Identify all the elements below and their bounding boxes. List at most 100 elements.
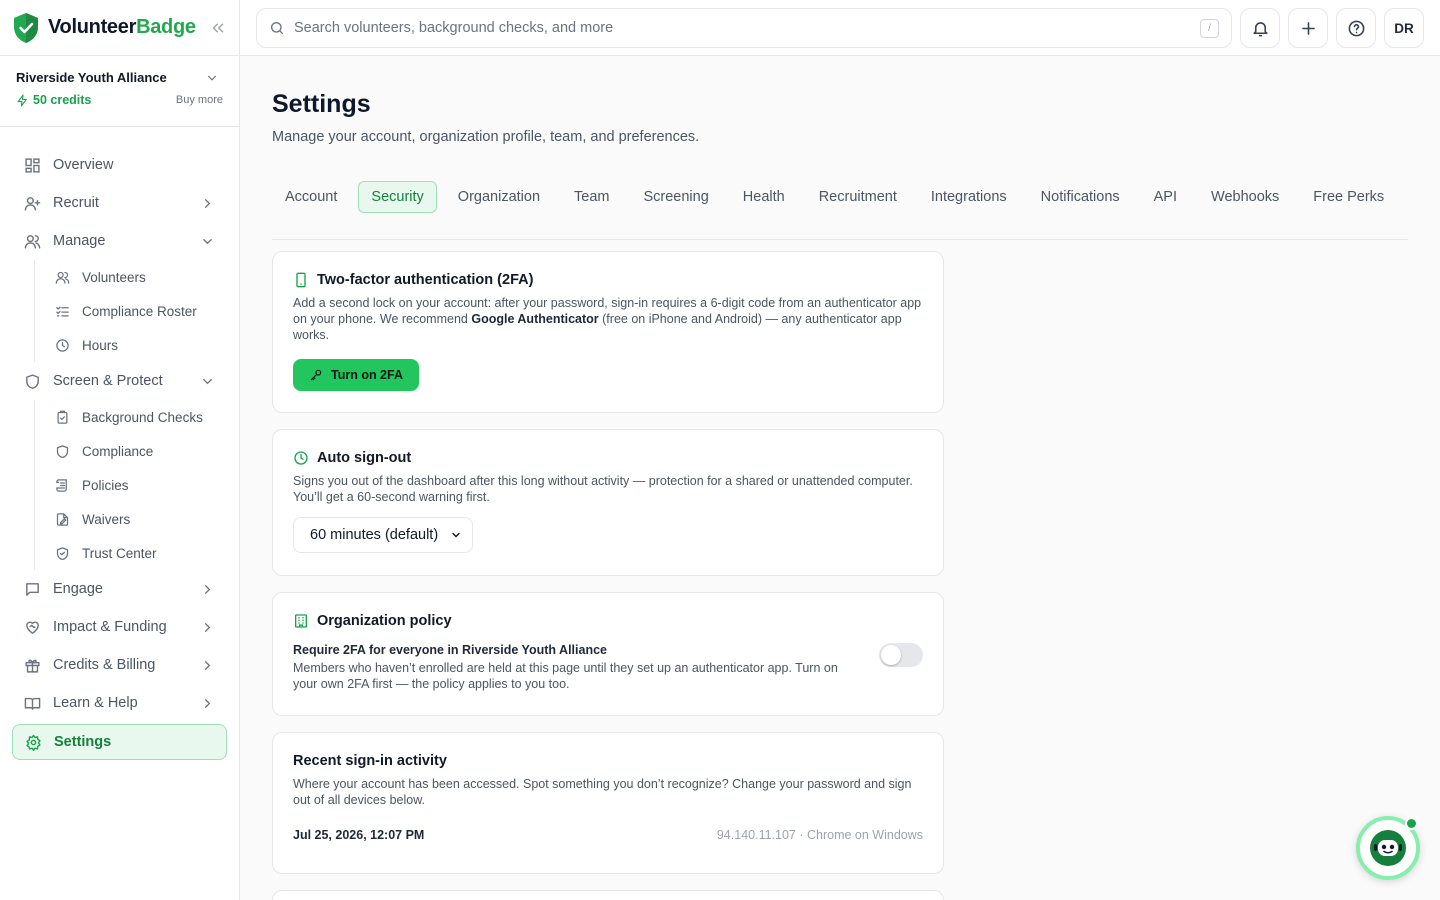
sidebar-item-engage[interactable]: Engage [12, 570, 227, 608]
tab-integrations[interactable]: Integrations [918, 181, 1020, 213]
user-plus-icon [24, 196, 41, 211]
brand-name-part: Volunteer [48, 16, 137, 38]
select-value: 60 minutes (default) [310, 527, 439, 543]
sidebar-item-compliance-roster[interactable]: Compliance Roster [55, 294, 227, 328]
tab-api[interactable]: API [1141, 181, 1190, 213]
card-title: Auto sign-out [317, 450, 412, 466]
sidebar-item-label: Compliance Roster [82, 303, 197, 319]
buy-more-link[interactable]: Buy more [176, 94, 223, 106]
sidebar-item-manage[interactable]: Manage [12, 222, 227, 260]
card-header: Auto sign-out [293, 450, 923, 466]
sidebar-item-label: Impact & Funding [53, 619, 167, 635]
card-title: Two-factor authentication (2FA) [317, 272, 534, 288]
search-shortcut-hint: / [1200, 18, 1219, 38]
signin-activity-card: Recent sign-in activity Where your accou… [272, 732, 944, 874]
bolt-icon [17, 94, 27, 106]
sidebar-item-credits-billing[interactable]: Credits & Billing [12, 646, 227, 684]
sidebar-item-label: Credits & Billing [53, 657, 156, 673]
sidebar-item-policies[interactable]: Policies [55, 468, 227, 502]
signin-device: 94.140.11.107 · Chrome on Windows [716, 828, 923, 842]
sidebar-item-label: Recruit [53, 195, 99, 211]
page-title: Settings [272, 90, 371, 118]
tab-screening[interactable]: Screening [630, 181, 721, 213]
sidebar-item-trust-center[interactable]: Trust Center [55, 536, 227, 570]
sidebar-item-volunteers[interactable]: Volunteers [55, 260, 227, 294]
sidebar-item-screen-protect[interactable]: Screen & Protect [12, 362, 227, 400]
clock-icon [56, 338, 69, 352]
brand: VolunteerBadge [0, 0, 239, 56]
users-icon [55, 271, 70, 284]
avatar: DR [1394, 20, 1414, 36]
search-input[interactable] [294, 20, 1200, 36]
sidebar-item-overview[interactable]: Overview [12, 146, 227, 184]
user-menu-button[interactable]: DR [1384, 8, 1424, 48]
sidebar-item-label: Hours [82, 337, 119, 353]
credits-label: 50 credits [33, 93, 92, 107]
chevron-right-icon [205, 584, 211, 594]
sidebar-item-label: Compliance [82, 443, 154, 459]
tab-notifications[interactable]: Notifications [1028, 181, 1133, 213]
create-new-button[interactable] [1288, 8, 1328, 48]
sidebar-item-waivers[interactable]: Waivers [55, 502, 227, 536]
gift-icon [25, 659, 40, 673]
page-subtitle: Manage your account, organization profil… [272, 129, 700, 145]
help-button[interactable] [1336, 8, 1376, 48]
message-square-icon [26, 582, 39, 596]
sidebar-item-label: Settings [54, 734, 112, 750]
sidebar-item-background-checks[interactable]: Background Checks [55, 400, 227, 434]
sidebar-item-impact-funding[interactable]: Impact & Funding [12, 608, 227, 646]
tab-security[interactable]: Security [358, 180, 437, 213]
tab-account[interactable]: Account [272, 181, 350, 213]
clock-icon [294, 451, 308, 465]
sidebar-item-learn-help[interactable]: Learn & Help [12, 684, 227, 722]
credits-balance: 50 credits [16, 93, 91, 107]
chevron-right-icon [205, 198, 211, 208]
setting-description: Members who haven’t enrolled are held at… [293, 661, 838, 691]
chevron-right-icon [205, 622, 211, 632]
require-2fa-toggle[interactable] [879, 643, 923, 667]
gear-icon [26, 734, 41, 751]
auto-signout-select[interactable]: 60 minutes (default) [293, 517, 473, 553]
shield-icon [56, 444, 69, 458]
notifications-button[interactable] [1240, 8, 1280, 48]
next-card [272, 890, 944, 900]
sidebar-item-label: Waivers [82, 511, 131, 527]
signin-timestamp: Jul 25, 2026, 12:07 PM [293, 828, 425, 842]
search-icon [271, 22, 283, 34]
tab-organization[interactable]: Organization [445, 181, 553, 213]
tab-webhooks[interactable]: Webhooks [1198, 181, 1292, 213]
chevron-right-icon [205, 698, 211, 708]
sidebar-item-hours[interactable]: Hours [55, 328, 227, 362]
sidebar-item-settings[interactable]: Settings [12, 724, 227, 760]
sidebar-item-recruit[interactable]: Recruit [12, 184, 227, 222]
manage-submenu: Volunteers Compliance Roster Hours [34, 260, 227, 362]
help-circle-icon [1348, 20, 1364, 36]
brand-name[interactable]: VolunteerBadge [48, 16, 196, 39]
org-switcher[interactable]: Riverside Youth Alliance 50 credits Buy … [0, 56, 239, 127]
sidebar-item-label: Screen & Protect [53, 373, 163, 389]
settings-tabs: Account Security Organization Team Scree… [272, 171, 1408, 240]
tab-health[interactable]: Health [730, 181, 798, 213]
building-icon [295, 614, 307, 628]
global-search[interactable]: / [256, 8, 1232, 48]
tab-team[interactable]: Team [561, 181, 622, 213]
bell-icon [1252, 21, 1268, 36]
brand-name-accent: Badge [136, 16, 196, 38]
sidebar-item-label: Engage [53, 581, 103, 597]
chevron-down-icon [207, 75, 217, 81]
chevron-right-icon [205, 660, 211, 670]
shield-icon [26, 373, 39, 389]
card-description: Signs you out of the dashboard after thi… [293, 474, 913, 504]
shield-check-icon [56, 546, 69, 560]
tab-free-perks[interactable]: Free Perks [1300, 181, 1397, 213]
card-title: Recent sign-in activity [293, 753, 447, 769]
two-factor-card: Two-factor authentication (2FA) Add a se… [272, 251, 944, 413]
online-status-dot [1405, 817, 1418, 830]
tab-recruitment[interactable]: Recruitment [806, 181, 910, 213]
list-item: Jul 25, 2026, 12:07 PM 94.140.11.107 · C… [293, 828, 923, 842]
dashboard-icon [25, 157, 40, 173]
sidebar-item-compliance[interactable]: Compliance [55, 434, 227, 468]
collapse-sidebar-icon[interactable] [209, 19, 227, 37]
turn-on-2fa-button[interactable]: Turn on 2FA [293, 359, 419, 391]
auto-signout-card: Auto sign-out Signs you out of the dashb… [272, 429, 944, 576]
